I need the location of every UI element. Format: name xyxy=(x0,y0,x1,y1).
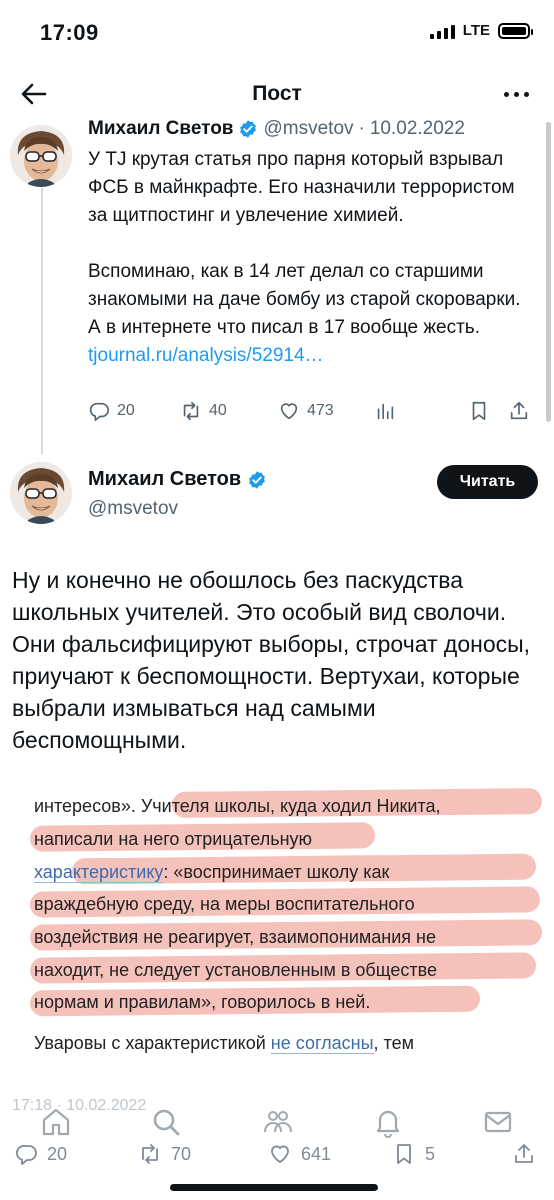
tweet1-header: Михаил Светов @msvetov · 10.02.2022 xyxy=(88,118,465,140)
retweet-count: 70 xyxy=(171,1143,192,1164)
author-handle[interactable]: @msvetov xyxy=(263,118,353,140)
article-line: нормам и правилам», говорилось в ней. xyxy=(34,992,371,1012)
article-line: находит, не следует установленным в обще… xyxy=(34,960,437,980)
like-count: 641 xyxy=(301,1143,332,1164)
status-bar: 17:09 LTE xyxy=(0,0,554,66)
network-label: LTE xyxy=(462,22,490,39)
avatar[interactable] xyxy=(10,125,72,187)
article-line: интересов». Учителя школы, куда ходил Ни… xyxy=(34,796,441,816)
author-handle[interactable]: @msvetov xyxy=(88,498,178,520)
tweet1-paragraph2: Вспоминаю, как в 14 лет делал со старшим… xyxy=(88,258,528,370)
tweet1-text: У TJ крутая статья про парня который взр… xyxy=(88,146,528,370)
reply-icon xyxy=(15,1145,37,1165)
article-line-text: : «воспринимает школу как xyxy=(163,862,390,882)
messages-icon[interactable] xyxy=(482,1106,514,1138)
avatar[interactable] xyxy=(10,462,72,524)
article-line: характеристику: «воспринимает школу как xyxy=(34,860,389,884)
reply-count: 20 xyxy=(47,1143,68,1164)
attached-article-image[interactable]: интересов». Учителя школы, куда ходил Ни… xyxy=(29,788,544,1030)
tweet1-paragraph2-text: Вспоминаю, как в 14 лет делал со старшим… xyxy=(88,261,521,338)
status-time: 17:09 xyxy=(40,20,99,45)
article-line-text: , тем xyxy=(373,1033,414,1053)
reply-button[interactable]: 20 xyxy=(14,1142,67,1166)
author-name[interactable]: Михаил Светов xyxy=(88,118,233,140)
article-line: написали на него отрицательную xyxy=(34,829,313,849)
top-nav: Пост xyxy=(0,72,554,118)
verified-icon xyxy=(240,120,257,138)
tweet2-actions: 20 70 641 5 xyxy=(0,1142,554,1172)
share-button[interactable] xyxy=(512,1142,536,1166)
home-indicator[interactable] xyxy=(170,1184,378,1191)
thread-line xyxy=(41,188,43,454)
share-icon xyxy=(510,401,528,420)
views-button[interactable] xyxy=(374,400,396,422)
communities-icon[interactable] xyxy=(262,1106,294,1138)
bookmark-button[interactable] xyxy=(468,400,490,422)
article-link[interactable]: tjournal.ru/analysis/52914… xyxy=(88,345,324,366)
scroll-indicator[interactable] xyxy=(546,122,551,422)
signal-icon xyxy=(429,23,455,39)
tab-bar xyxy=(0,1100,554,1144)
share-icon xyxy=(515,1144,533,1163)
tweet-date[interactable]: 10.02.2022 xyxy=(370,118,465,140)
tweet1-actions: 20 40 473 xyxy=(88,400,528,434)
status-indicators: LTE xyxy=(429,22,533,39)
article-inline-link: не согласны xyxy=(270,1033,374,1054)
page-title: Пост xyxy=(252,82,302,105)
verified-icon xyxy=(249,470,266,489)
article-line: враждебную среду, на меры воспитательног… xyxy=(34,894,415,914)
bottom-overlay: 20 70 641 5 xyxy=(0,1100,554,1200)
views-icon xyxy=(377,403,394,420)
tweet2-author[interactable]: Михаил Светов xyxy=(88,468,267,491)
like-icon xyxy=(271,1145,289,1163)
bookmark-icon xyxy=(397,1144,411,1164)
retweet-icon xyxy=(183,401,199,421)
bookmark-count: 5 xyxy=(425,1143,436,1164)
article-line: воздействия не реагирует, взаимопонимани… xyxy=(34,927,436,947)
search-icon[interactable] xyxy=(150,1106,182,1138)
retweet-icon xyxy=(142,1144,158,1164)
like-button[interactable]: 641 xyxy=(268,1142,331,1166)
reply-count: 20 xyxy=(117,402,135,419)
battery-icon xyxy=(498,22,533,39)
share-button[interactable] xyxy=(508,400,530,422)
like-count: 473 xyxy=(307,402,334,419)
bookmark-icon xyxy=(472,401,486,421)
retweet-button[interactable]: 40 xyxy=(180,400,227,422)
article-line: Уваровы с характеристикой не согласны, т… xyxy=(34,1033,414,1054)
retweet-count: 40 xyxy=(209,402,227,419)
bookmark-button[interactable]: 5 xyxy=(392,1142,435,1166)
retweet-button[interactable]: 70 xyxy=(138,1142,191,1166)
article-inline-link: характеристику xyxy=(34,862,164,883)
like-icon xyxy=(280,403,298,420)
reply-icon xyxy=(89,402,109,421)
more-icon[interactable] xyxy=(498,78,534,110)
notifications-icon[interactable] xyxy=(372,1106,404,1138)
tweet2-text: Ну и конечно не обошлось без паскудства … xyxy=(12,567,531,753)
follow-button[interactable]: Читать xyxy=(437,465,538,499)
home-icon[interactable] xyxy=(40,1106,72,1138)
article-line-text: Уваровы с характеристикой xyxy=(34,1033,271,1053)
tweet1-paragraph1: У TJ крутая статья про парня который взр… xyxy=(88,149,515,226)
author-name[interactable]: Михаил Светов xyxy=(88,468,241,491)
like-button[interactable]: 473 xyxy=(278,400,334,422)
separator: · xyxy=(358,118,365,139)
reply-button[interactable]: 20 xyxy=(88,400,135,422)
